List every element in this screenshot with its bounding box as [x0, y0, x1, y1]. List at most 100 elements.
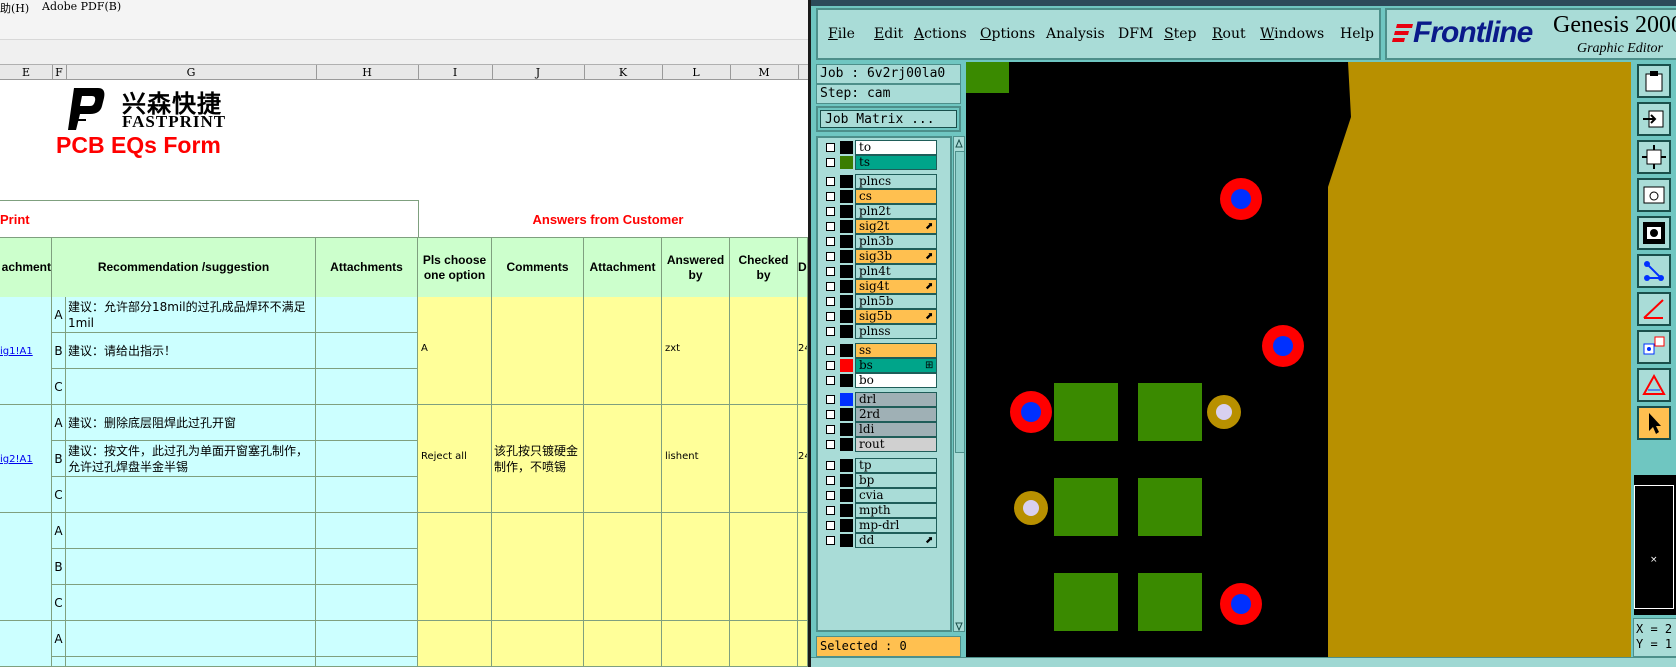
choice-cell[interactable]: A	[418, 297, 492, 405]
camera-tool-button[interactable]	[1637, 216, 1671, 250]
attachments-cell[interactable]	[316, 549, 418, 585]
menu-windows[interactable]: Windows	[1260, 26, 1324, 42]
layer-name[interactable]: plnss	[855, 324, 937, 339]
attachments-cell[interactable]	[316, 585, 418, 621]
scroll-up-arrow-icon[interactable]	[955, 138, 963, 148]
checked-by-cell[interactable]	[730, 297, 798, 405]
option-text[interactable]	[66, 369, 316, 405]
layer-color-swatch[interactable]	[840, 459, 853, 472]
layer-checkbox[interactable]	[826, 395, 835, 404]
menu-actions[interactable]: Actions	[914, 26, 967, 42]
scroll-thumb[interactable]	[955, 151, 965, 453]
layer-checkbox[interactable]	[826, 282, 835, 291]
layer-name[interactable]: cvia	[855, 488, 937, 503]
row-link-cell[interactable]	[0, 513, 52, 621]
attachments-cell[interactable]	[316, 477, 418, 513]
layer-checkbox[interactable]	[826, 506, 835, 515]
header-attachment[interactable]: achment	[0, 238, 52, 298]
column-header-h[interactable]: H	[316, 65, 419, 80]
layer-name[interactable]: pln5b	[855, 294, 937, 309]
header-recommendation[interactable]: Recommendation /suggestion	[52, 238, 316, 298]
header-attachments[interactable]: Attachments	[316, 238, 418, 298]
menu-edit[interactable]: Edit	[874, 26, 903, 42]
comment-cell[interactable]: 该孔按只镀硬金制作，不喷锡	[492, 405, 584, 513]
checked-by-cell[interactable]	[730, 513, 798, 621]
layer-name[interactable]: bo	[855, 373, 937, 388]
layer-color-swatch[interactable]	[840, 250, 853, 263]
layer-checkbox[interactable]	[826, 222, 835, 231]
option-text[interactable]: 建议：允许部分18mil的过孔成品焊环不满足1mil	[66, 297, 316, 333]
column-header-m[interactable]: M	[730, 65, 799, 80]
layer-name[interactable]: plncs	[855, 174, 937, 189]
layer-color-swatch[interactable]	[840, 325, 853, 338]
layer-name[interactable]: cs	[855, 189, 937, 204]
menu-dfm[interactable]: DFM	[1118, 26, 1153, 42]
option-text[interactable]	[66, 657, 316, 667]
layer-name[interactable]: ss	[855, 343, 937, 358]
layer-name[interactable]: rout	[855, 437, 937, 452]
layer-color-swatch[interactable]	[840, 280, 853, 293]
layer-color-swatch[interactable]	[840, 408, 853, 421]
layer-color-swatch[interactable]	[840, 220, 853, 233]
comment-cell[interactable]	[492, 621, 584, 667]
attachment-answer-cell[interactable]	[584, 297, 662, 405]
attachments-cell[interactable]	[316, 405, 418, 441]
layer-checkbox[interactable]	[826, 476, 835, 485]
layer-checkbox[interactable]	[826, 252, 835, 261]
layer-name[interactable]: drl	[855, 392, 937, 407]
layer-name[interactable]: to	[855, 140, 937, 155]
header-checked-by[interactable]: Checked by	[730, 238, 798, 298]
layer-color-swatch[interactable]	[840, 175, 853, 188]
date-cell[interactable]	[798, 513, 808, 621]
attachments-cell[interactable]	[316, 513, 418, 549]
checked-by-cell[interactable]	[730, 405, 798, 513]
menu-help[interactable]: 助(H)	[0, 0, 29, 16]
pointer-tool-button[interactable]	[1637, 406, 1671, 440]
layer-color-swatch[interactable]	[840, 141, 853, 154]
menu-help[interactable]: Help	[1340, 26, 1374, 42]
layer-list-scrollbar[interactable]	[953, 136, 965, 632]
layer-checkbox[interactable]	[826, 361, 835, 370]
column-header-k[interactable]: K	[584, 65, 663, 80]
layer-checkbox[interactable]	[826, 158, 835, 167]
layer-color-swatch[interactable]	[840, 235, 853, 248]
row-link[interactable]: ig1!A1	[0, 346, 33, 357]
layer-checkbox[interactable]	[826, 376, 835, 385]
layer-color-swatch[interactable]	[840, 474, 853, 487]
layer-name[interactable]: pln3b	[855, 234, 937, 249]
choice-cell[interactable]: Reject all	[418, 405, 492, 513]
answered-by-cell[interactable]: lishent	[662, 405, 730, 513]
layer-color-swatch[interactable]	[840, 310, 853, 323]
layer-checkbox[interactable]	[826, 536, 835, 545]
layer-name[interactable]: pln4t	[855, 264, 937, 279]
choice-cell[interactable]	[418, 621, 492, 667]
layer-color-swatch[interactable]	[840, 295, 853, 308]
option-text[interactable]	[66, 621, 316, 657]
selection-tool-button[interactable]	[1637, 330, 1671, 364]
layer-name[interactable]: ldi	[855, 422, 937, 437]
layer-color-swatch[interactable]	[840, 156, 853, 169]
overview-window[interactable]: ×	[1633, 474, 1676, 616]
option-text[interactable]: 建议：按文件，此过孔为单面开窗塞孔制作，允许过孔焊盘半金半锡	[66, 441, 316, 477]
layer-checkbox[interactable]	[826, 346, 835, 355]
fit-view-tool-button[interactable]	[1637, 140, 1671, 174]
checked-by-cell[interactable]	[730, 621, 798, 667]
layer-checkbox[interactable]	[826, 491, 835, 500]
layer-color-swatch[interactable]	[840, 205, 853, 218]
column-header-j[interactable]: J	[492, 65, 585, 80]
answered-by-cell[interactable]: zxt	[662, 297, 730, 405]
import-tool-button[interactable]	[1637, 102, 1671, 136]
option-text[interactable]: 建议：请给出指示！	[66, 333, 316, 369]
layer-color-swatch[interactable]	[840, 344, 853, 357]
header-d[interactable]: D	[798, 238, 808, 298]
layer-color-swatch[interactable]	[840, 534, 853, 547]
column-header-e[interactable]: E	[0, 65, 53, 80]
row-link-cell[interactable]	[0, 621, 52, 667]
layer-color-swatch[interactable]	[840, 504, 853, 517]
layer-color-swatch[interactable]	[840, 423, 853, 436]
clipboard-tool-button[interactable]	[1637, 64, 1671, 98]
option-text[interactable]: 建议：删除底层阻焊此过孔开窗	[66, 405, 316, 441]
layer-checkbox[interactable]	[826, 267, 835, 276]
layer-checkbox[interactable]	[826, 237, 835, 246]
measure-tool-button[interactable]	[1637, 292, 1671, 326]
